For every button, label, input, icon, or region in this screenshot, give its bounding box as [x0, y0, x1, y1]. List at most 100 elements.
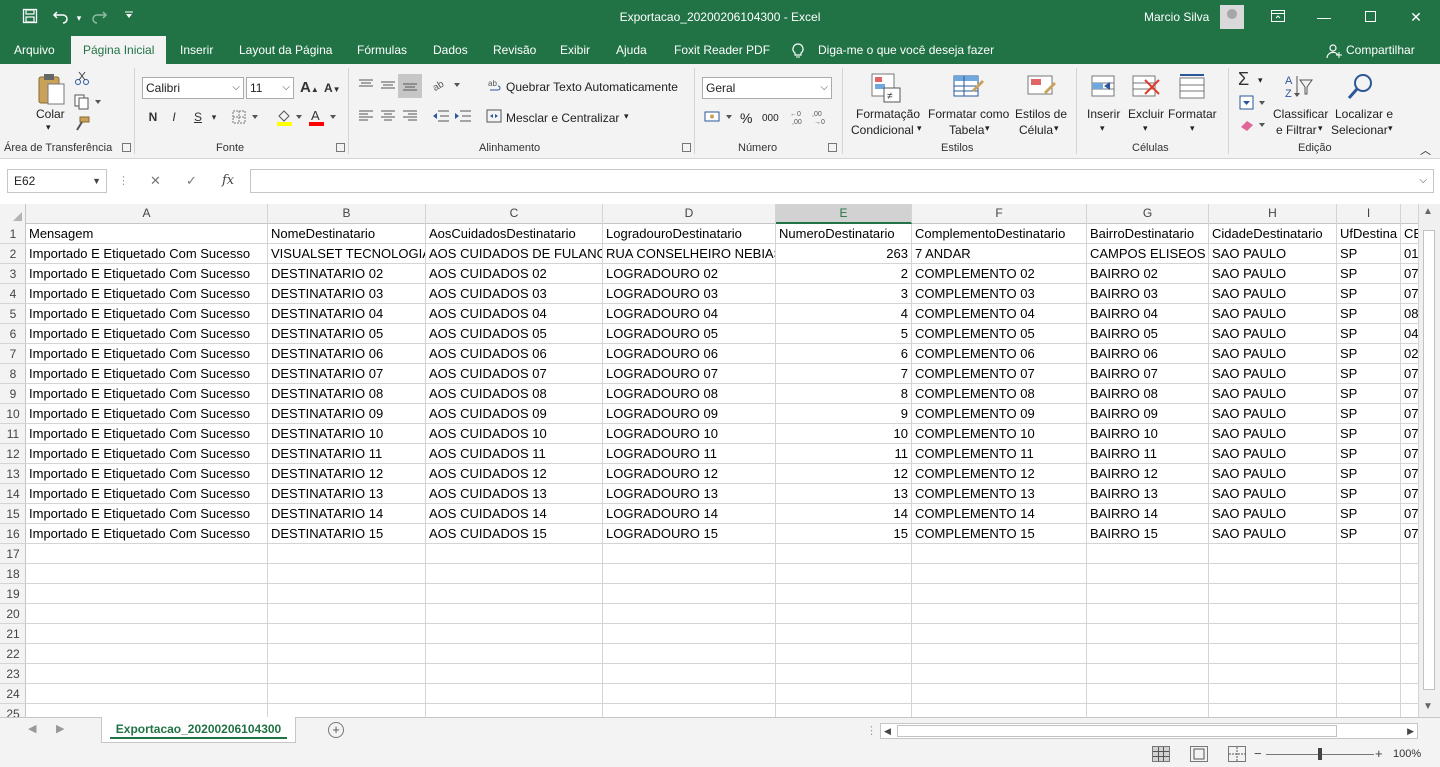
- row-header[interactable]: 9: [0, 384, 26, 404]
- vertical-scrollbar[interactable]: ▲ ▼: [1418, 204, 1440, 717]
- format-as-table-icon[interactable]: [952, 72, 986, 107]
- table-cell[interactable]: 07: [1401, 524, 1418, 544]
- row-header[interactable]: 4: [0, 284, 26, 304]
- table-cell[interactable]: 07: [1401, 284, 1418, 304]
- table-cell[interactable]: LOGRADOURO 11: [603, 444, 775, 464]
- table-cell[interactable]: AOS CUIDADOS 09: [426, 404, 602, 424]
- tab-dados[interactable]: Dados: [431, 36, 470, 64]
- scroll-right-icon[interactable]: ▶: [1407, 724, 1414, 738]
- table-cell[interactable]: COMPLEMENTO 12: [912, 464, 1086, 484]
- row-header[interactable]: 16: [0, 524, 26, 544]
- table-cell[interactable]: AOS CUIDADOS DE FULANO: [426, 244, 602, 264]
- row-header[interactable]: 8: [0, 364, 26, 384]
- table-cell[interactable]: AOS CUIDADOS 08: [426, 384, 602, 404]
- align-right-icon[interactable]: [402, 110, 418, 125]
- add-sheet-icon[interactable]: +: [328, 722, 344, 738]
- maximize-icon[interactable]: [1356, 6, 1384, 28]
- autosum-icon[interactable]: Σ: [1238, 69, 1249, 90]
- table-cell[interactable]: SP: [1337, 444, 1400, 464]
- row-header[interactable]: 3: [0, 264, 26, 284]
- underline-dropdown-icon[interactable]: ▾: [204, 107, 224, 127]
- scroll-left-icon[interactable]: ◀: [884, 724, 891, 738]
- page-layout-view-icon[interactable]: [1190, 746, 1208, 762]
- table-cell[interactable]: SP: [1337, 244, 1400, 264]
- table-cell[interactable]: SP: [1337, 304, 1400, 324]
- table-cell[interactable]: LOGRADOURO 12: [603, 464, 775, 484]
- column-header-h[interactable]: H: [1209, 204, 1337, 224]
- table-cell[interactable]: LOGRADOURO 08: [603, 384, 775, 404]
- table-cell[interactable]: SAO PAULO: [1209, 384, 1336, 404]
- table-cell[interactable]: SAO PAULO: [1209, 484, 1336, 504]
- table-cell[interactable]: 9: [776, 404, 911, 424]
- table-cell[interactable]: BAIRRO 12: [1087, 464, 1208, 484]
- table-cell[interactable]: 07: [1401, 484, 1418, 504]
- row-header[interactable]: 19: [0, 584, 26, 604]
- table-cell[interactable]: BAIRRO 15: [1087, 524, 1208, 544]
- header-cell[interactable]: NumeroDestinatario: [776, 224, 911, 244]
- column-header-i[interactable]: I: [1337, 204, 1401, 224]
- close-icon[interactable]: ✕: [1402, 6, 1430, 28]
- format-painter-icon[interactable]: [74, 116, 90, 135]
- table-cell[interactable]: DESTINATARIO 02: [268, 264, 425, 284]
- table-cell[interactable]: AOS CUIDADOS 04: [426, 304, 602, 324]
- table-cell[interactable]: SAO PAULO: [1209, 404, 1336, 424]
- sort-filter-button[interactable]: Classificar: [1273, 107, 1328, 121]
- user-name[interactable]: Marcio Silva: [1144, 10, 1209, 24]
- next-sheet-icon[interactable]: ▶: [56, 722, 64, 735]
- table-cell[interactable]: Importado E Etiquetado Com Sucesso: [26, 424, 267, 444]
- decrease-decimal-icon[interactable]: ,00 →0: [812, 109, 830, 128]
- row-header[interactable]: 15: [0, 504, 26, 524]
- table-cell[interactable]: SP: [1337, 324, 1400, 344]
- format-cells-button[interactable]: Formatar: [1168, 107, 1217, 121]
- wrap-text-button[interactable]: Quebrar Texto Automaticamente: [506, 80, 678, 94]
- decrease-font-icon[interactable]: A▼: [324, 81, 341, 95]
- row-header[interactable]: 13: [0, 464, 26, 484]
- table-cell[interactable]: AOS CUIDADOS 07: [426, 364, 602, 384]
- table-cell[interactable]: SP: [1337, 344, 1400, 364]
- scroll-up-icon[interactable]: ▲: [1423, 206, 1433, 217]
- table-cell[interactable]: 11: [776, 444, 911, 464]
- table-cell[interactable]: DESTINATARIO 07: [268, 364, 425, 384]
- table-cell[interactable]: 10: [776, 424, 911, 444]
- share-button[interactable]: Compartilhar: [1344, 36, 1417, 64]
- table-cell[interactable]: LOGRADOURO 10: [603, 424, 775, 444]
- table-cell[interactable]: 07: [1401, 404, 1418, 424]
- table-cell[interactable]: DESTINATARIO 10: [268, 424, 425, 444]
- cell-area[interactable]: Mensagem NomeDestinatario AosCuidadosDesti…: [26, 224, 1418, 717]
- table-cell[interactable]: AOS CUIDADOS 02: [426, 264, 602, 284]
- table-cell[interactable]: BAIRRO 07: [1087, 364, 1208, 384]
- table-cell[interactable]: COMPLEMENTO 03: [912, 284, 1086, 304]
- column-header-f[interactable]: F: [912, 204, 1087, 224]
- increase-decimal-icon[interactable]: ←0,00: [790, 109, 808, 128]
- table-cell[interactable]: COMPLEMENTO 02: [912, 264, 1086, 284]
- tab-exibir[interactable]: Exibir: [558, 36, 592, 64]
- table-cell[interactable]: SP: [1337, 524, 1400, 544]
- horizontal-scrollbar[interactable]: ◀ ▶: [880, 723, 1418, 739]
- table-cell[interactable]: SAO PAULO: [1209, 344, 1336, 364]
- table-cell[interactable]: Importado E Etiquetado Com Sucesso: [26, 304, 267, 324]
- table-cell[interactable]: COMPLEMENTO 15: [912, 524, 1086, 544]
- row-header[interactable]: 5: [0, 304, 26, 324]
- table-cell[interactable]: 4: [776, 304, 911, 324]
- table-cell[interactable]: 263: [776, 244, 911, 264]
- table-cell[interactable]: SP: [1337, 484, 1400, 504]
- table-cell[interactable]: 02: [1401, 344, 1418, 364]
- table-cell[interactable]: SAO PAULO: [1209, 504, 1336, 524]
- table-cell[interactable]: 7: [776, 364, 911, 384]
- table-cell[interactable]: BAIRRO 14: [1087, 504, 1208, 524]
- table-cell[interactable]: COMPLEMENTO 08: [912, 384, 1086, 404]
- number-launcher-icon[interactable]: [828, 143, 837, 152]
- tab-inserir[interactable]: Inserir: [178, 36, 215, 64]
- table-cell[interactable]: 15: [776, 524, 911, 544]
- table-cell[interactable]: LOGRADOURO 04: [603, 304, 775, 324]
- tab-foxit-reader-pdf[interactable]: Foxit Reader PDF: [672, 36, 772, 64]
- delete-cells-button[interactable]: Excluir: [1128, 107, 1164, 121]
- table-cell[interactable]: Importado E Etiquetado Com Sucesso: [26, 264, 267, 284]
- table-cell[interactable]: BAIRRO 13: [1087, 484, 1208, 504]
- table-cell[interactable]: SAO PAULO: [1209, 244, 1336, 264]
- table-cell[interactable]: LOGRADOURO 14: [603, 504, 775, 524]
- row-header[interactable]: 21: [0, 624, 26, 644]
- header-cell[interactable]: NomeDestinatario: [268, 224, 425, 244]
- align-top-icon[interactable]: [358, 78, 374, 95]
- table-cell[interactable]: SAO PAULO: [1209, 464, 1336, 484]
